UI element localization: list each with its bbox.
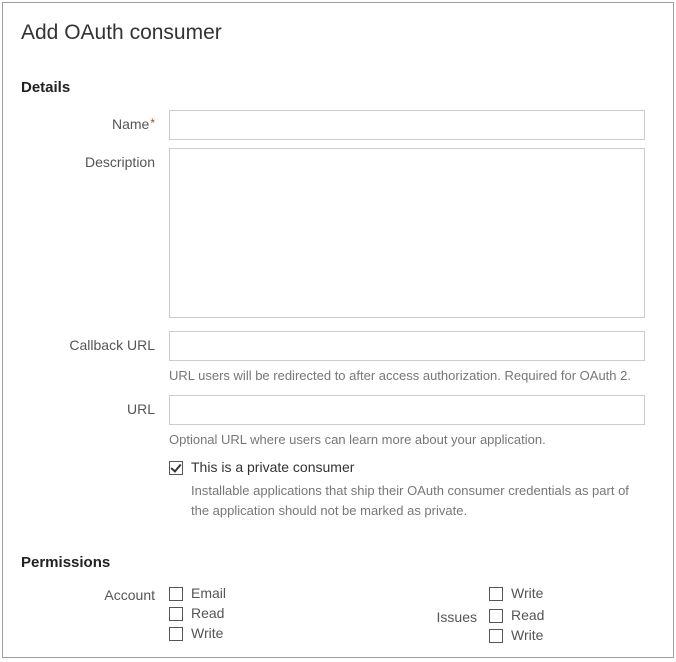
required-asterisk: *	[150, 116, 155, 130]
private-consumer-help: Installable applications that ship their…	[191, 481, 645, 520]
issues-read-option: Read	[489, 607, 544, 623]
issues-read-checkbox[interactable]	[489, 609, 503, 623]
url-label: URL	[21, 395, 169, 417]
issues-group-label: Issues	[429, 607, 489, 647]
name-label: Name*	[21, 110, 169, 132]
account-read-checkbox[interactable]	[169, 607, 183, 621]
account-write-label: Write	[191, 625, 223, 641]
description-label: Description	[21, 148, 169, 170]
callback-url-help: URL users will be redirected to after ac…	[169, 367, 645, 385]
details-section-title: Details	[21, 79, 645, 96]
name-input[interactable]	[169, 110, 645, 140]
account-write-option: Write	[169, 625, 429, 641]
issues-read-label: Read	[511, 607, 544, 623]
permissions-grid: Account Email Read Write	[21, 585, 645, 647]
oauth-consumer-panel: Add OAuth consumer Details Name* Descrip…	[2, 2, 674, 658]
account-email-option: Email	[169, 585, 429, 601]
right-write-option: Write	[489, 585, 544, 601]
callback-url-label: Callback URL	[21, 331, 169, 353]
right-write-checkbox[interactable]	[489, 587, 503, 601]
private-consumer-checkbox[interactable]	[169, 461, 183, 475]
issues-write-option: Write	[489, 627, 544, 643]
name-row: Name*	[21, 110, 645, 140]
description-textarea[interactable]	[169, 148, 645, 318]
description-row: Description	[21, 148, 645, 323]
callback-url-input[interactable]	[169, 331, 645, 361]
right-column: Write Issues Read Wr	[429, 585, 645, 647]
account-email-checkbox[interactable]	[169, 587, 183, 601]
url-input[interactable]	[169, 395, 645, 425]
private-consumer-label: This is a private consumer	[191, 459, 354, 475]
account-group-label: Account	[21, 585, 169, 647]
issues-write-label: Write	[511, 627, 543, 643]
url-help: Optional URL where users can learn more …	[169, 431, 645, 449]
account-options: Email Read Write	[169, 585, 429, 647]
issues-write-checkbox[interactable]	[489, 629, 503, 643]
callback-url-row: Callback URL URL users will be redirecte…	[21, 331, 645, 385]
url-row: URL Optional URL where users can learn m…	[21, 395, 645, 449]
account-read-option: Read	[169, 605, 429, 621]
private-consumer-row: This is a private consumer Installable a…	[21, 459, 645, 520]
account-write-checkbox[interactable]	[169, 627, 183, 641]
permissions-section-title: Permissions	[21, 554, 645, 571]
right-write-label: Write	[511, 585, 543, 601]
account-read-label: Read	[191, 605, 224, 621]
account-email-label: Email	[191, 585, 226, 601]
page-title: Add OAuth consumer	[21, 21, 645, 45]
